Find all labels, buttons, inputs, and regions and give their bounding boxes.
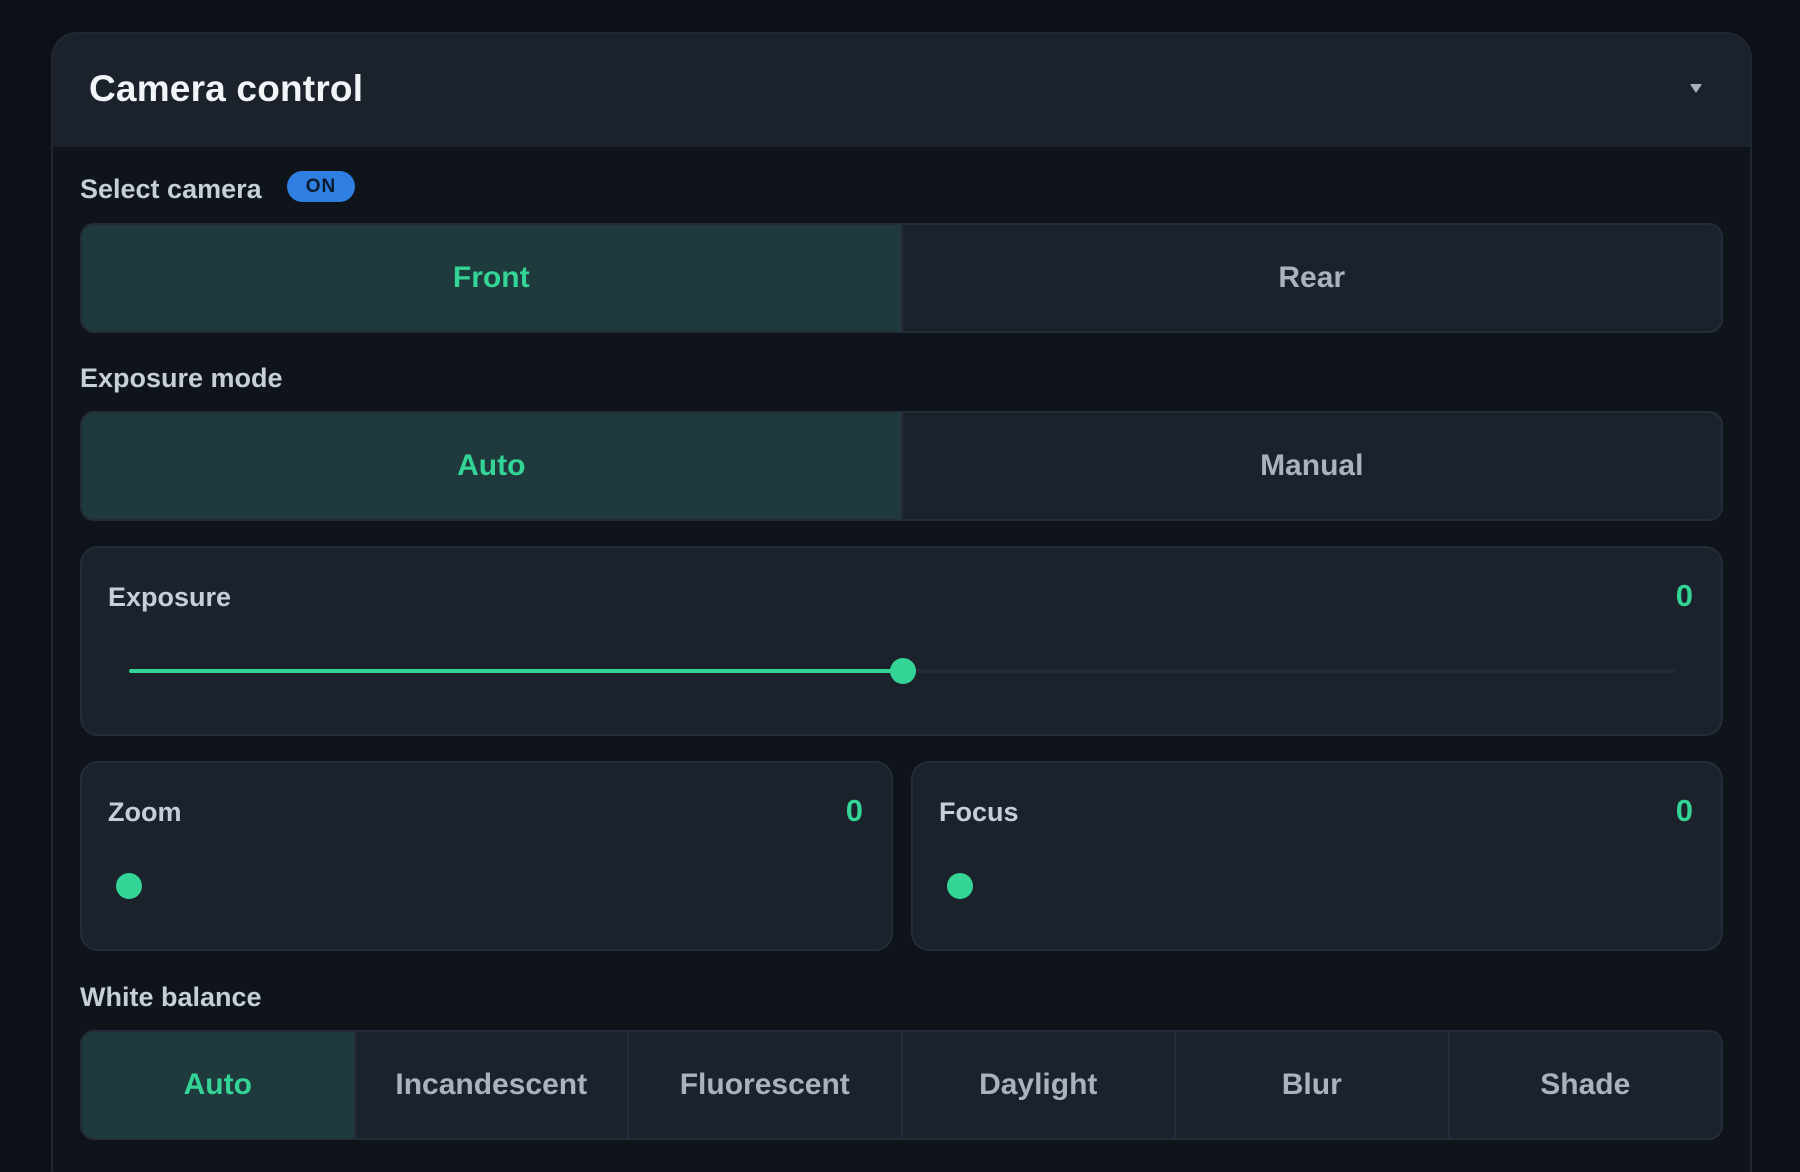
focus-slider[interactable] <box>947 873 1676 899</box>
zoom-slider[interactable] <box>116 873 846 899</box>
zoom-label: Zoom <box>108 797 182 827</box>
exposure-label: Exposure <box>108 582 232 612</box>
focus-card: Focus 0 <box>911 761 1723 951</box>
white-balance-incandescent[interactable]: Incandescent <box>353 1032 628 1138</box>
white-balance-selector: Auto Incandescent Fluorescent Daylight B… <box>80 1030 1723 1140</box>
collapse-button[interactable] <box>1682 74 1710 102</box>
exposure-mode-label: Exposure mode <box>80 363 283 393</box>
zoom-card: Zoom 0 <box>80 761 893 951</box>
chevron-down-icon <box>1690 83 1702 93</box>
camera-selector: Front Rear <box>80 223 1723 333</box>
panel-header[interactable]: Camera control <box>53 34 1750 147</box>
focus-slider-thumb[interactable] <box>947 873 973 899</box>
focus-value: 0 <box>1675 793 1693 828</box>
exposure-slider-thumb[interactable] <box>889 658 916 684</box>
zoom-value: 0 <box>845 793 863 828</box>
white-balance-auto[interactable]: Auto <box>82 1032 354 1138</box>
white-balance-label: White balance <box>80 982 262 1012</box>
camera-on-badge[interactable]: ON <box>287 171 355 202</box>
white-balance-daylight[interactable]: Daylight <box>900 1032 1175 1138</box>
camera-control-panel: Camera control Select camera ON Front Re… <box>51 32 1752 1172</box>
zoom-slider-thumb[interactable] <box>116 873 142 899</box>
panel-title: Camera control <box>89 68 364 109</box>
exposure-slider-fill <box>129 669 903 673</box>
exposure-mode-auto[interactable]: Auto <box>82 413 901 519</box>
white-balance-blur[interactable]: Blur <box>1174 1032 1448 1138</box>
focus-label: Focus <box>939 797 1019 827</box>
exposure-value: 0 <box>1675 578 1693 613</box>
exposure-mode-selector: Auto Manual <box>80 411 1723 521</box>
exposure-slider[interactable] <box>129 658 1676 684</box>
app-window: Camera control Select camera ON Front Re… <box>0 0 1800 1172</box>
camera-option-front[interactable]: Front <box>82 225 901 331</box>
white-balance-fluorescent[interactable]: Fluorescent <box>627 1032 901 1138</box>
white-balance-shade[interactable]: Shade <box>1447 1032 1722 1138</box>
camera-option-rear[interactable]: Rear <box>900 225 1722 331</box>
exposure-mode-manual[interactable]: Manual <box>900 413 1722 519</box>
select-camera-label: Select camera <box>80 174 262 204</box>
exposure-card: Exposure 0 <box>80 546 1723 736</box>
